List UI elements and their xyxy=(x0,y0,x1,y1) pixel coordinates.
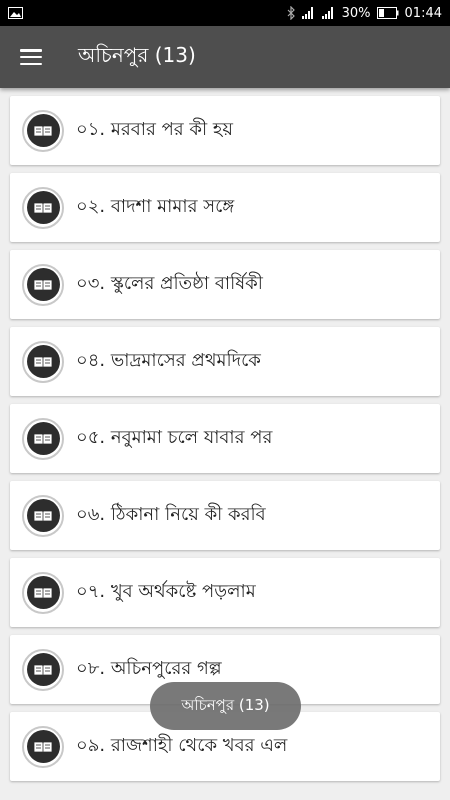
list-item[interactable]: ০১. মরবার পর কী হয় xyxy=(10,96,440,165)
list-item-label: ০৫. নবুমামা চলে যাবার পর xyxy=(76,427,273,448)
list-item[interactable]: ০২. বাদশা মামার সঙ্গে xyxy=(10,173,440,242)
status-bar: 30% 01:44 xyxy=(0,0,450,26)
list-item[interactable]: ০৭. খুব অর্থকষ্টে পড়লাম xyxy=(10,558,440,627)
page-title: অচিনপুর (13) xyxy=(78,42,196,67)
book-icon xyxy=(22,109,64,152)
book-icon xyxy=(22,186,64,229)
list-item-label: ০৬. ঠিকানা নিয়ে কী করবি xyxy=(76,504,266,525)
list-item[interactable]: ০৪. ভাদ্রমাসের প্রথমদিকে xyxy=(10,327,440,396)
book-icon xyxy=(22,648,64,691)
status-right: 30% 01:44 xyxy=(287,6,442,21)
book-icon xyxy=(22,494,64,537)
list-item-label: ০৪. ভাদ্রমাসের প্রথমদিকে xyxy=(76,350,261,371)
list-item[interactable]: ০৬. ঠিকানা নিয়ে কী করবি xyxy=(10,481,440,550)
book-icon xyxy=(22,263,64,306)
list-item-label: ০৭. খুব অর্থকষ্টে পড়লাম xyxy=(76,581,256,602)
list-item-label: ০৯. রাজশাহী থেকে খবর এল xyxy=(76,735,288,756)
status-left xyxy=(8,7,23,19)
list-item[interactable]: ০৫. নবুমামা চলে যাবার পর xyxy=(10,404,440,473)
book-icon xyxy=(22,340,64,383)
battery-percent: 30% xyxy=(341,5,371,21)
battery-icon xyxy=(376,7,399,19)
list-item-label: ০৮. অচিনপুরের গল্প xyxy=(76,658,222,679)
list-item-label: ০৩. স্কুলের প্রতিষ্ঠা বার্ষিকী xyxy=(76,273,263,294)
toast-message: অচিনপুর (13) xyxy=(150,682,301,730)
clock: 01:44 xyxy=(404,5,442,21)
hamburger-menu-icon xyxy=(20,49,42,65)
book-icon xyxy=(22,725,64,768)
signal-icon xyxy=(321,7,333,19)
book-icon xyxy=(22,417,64,460)
image-icon xyxy=(8,7,23,19)
bluetooth-icon xyxy=(287,6,295,20)
list-item-label: ০১. মরবার পর কী হয় xyxy=(76,119,233,140)
signal-icon xyxy=(301,7,313,19)
book-icon xyxy=(22,571,64,614)
app-bar: অচিনপুর (13) xyxy=(0,26,450,88)
list-item-label: ০২. বাদশা মামার সঙ্গে xyxy=(76,196,235,217)
list-item[interactable]: ০৩. স্কুলের প্রতিষ্ঠা বার্ষিকী xyxy=(10,250,440,319)
menu-button[interactable] xyxy=(0,26,62,88)
